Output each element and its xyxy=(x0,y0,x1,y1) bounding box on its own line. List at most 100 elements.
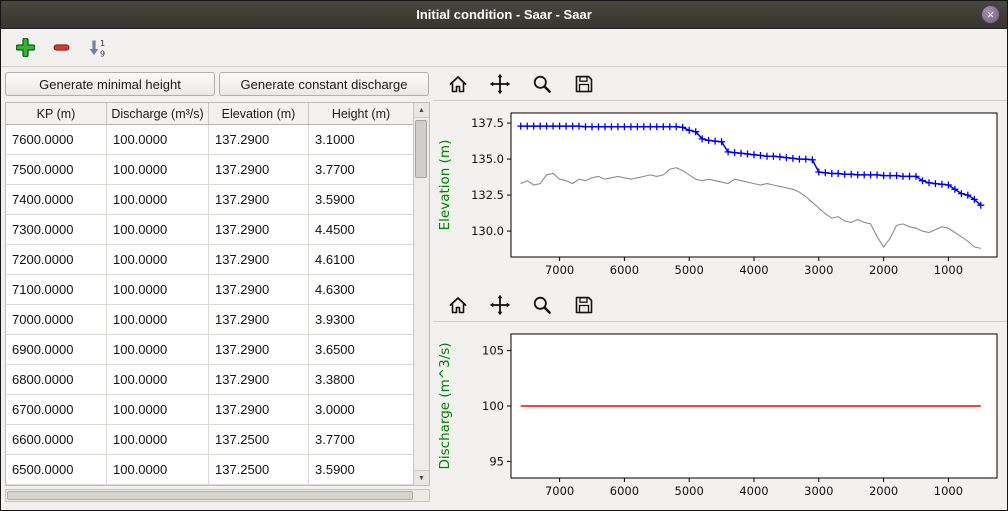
x-tick-label: 3000 xyxy=(804,263,833,277)
table-cell[interactable]: 100.0000 xyxy=(107,395,209,425)
table-cell[interactable]: 6600.0000 xyxy=(6,425,107,455)
sort-rows-button[interactable]: 1 9 xyxy=(83,35,111,61)
table-cell[interactable]: 7500.0000 xyxy=(6,155,107,185)
table-cell[interactable]: 6700.0000 xyxy=(6,395,107,425)
y-axis-label: Discharge (m^3/s) xyxy=(437,342,453,469)
table-cell[interactable]: 100.0000 xyxy=(107,455,209,485)
table-cell[interactable]: 3.5900 xyxy=(309,185,413,215)
vertical-scrollbar-thumb[interactable] xyxy=(415,120,427,178)
table-cell[interactable]: 137.2900 xyxy=(209,215,309,245)
plot-home-button[interactable] xyxy=(443,70,473,98)
table-cell[interactable]: 137.2500 xyxy=(209,455,309,485)
plot-save-button[interactable] xyxy=(569,70,599,98)
plot-zoom-button[interactable] xyxy=(527,70,557,98)
table-body: 7600.0000100.0000137.29003.10007500.0000… xyxy=(6,125,413,485)
table-cell[interactable]: 3.5900 xyxy=(309,455,413,485)
table-cell[interactable]: 6500.0000 xyxy=(6,455,107,485)
plot-save-button[interactable] xyxy=(569,291,599,319)
table-cell[interactable]: 100.0000 xyxy=(107,425,209,455)
content: Generate minimal height Generate constan… xyxy=(1,68,1007,510)
table-cell[interactable]: 6900.0000 xyxy=(6,335,107,365)
discharge-plot-canvas[interactable]: 700060005000400030002000100095100105Disc… xyxy=(433,324,1005,510)
table-cell[interactable]: 100.0000 xyxy=(107,155,209,185)
table-cell[interactable]: 100.0000 xyxy=(107,365,209,395)
table-cell[interactable]: 100.0000 xyxy=(107,125,209,155)
window-title: Initial condition - Saar - Saar xyxy=(416,7,592,22)
table-cell[interactable]: 100.0000 xyxy=(107,275,209,305)
main-toolbar: 1 9 xyxy=(1,29,1007,67)
table-cell[interactable]: 137.2900 xyxy=(209,185,309,215)
elevation-plot-canvas[interactable]: 7000600050004000300020001000130.0132.513… xyxy=(433,103,1005,289)
table-grid: KP (m)Discharge (m³/s)Elevation (m)Heigh… xyxy=(6,103,413,485)
table-cell[interactable]: 7000.0000 xyxy=(6,305,107,335)
magnifier-icon xyxy=(531,73,553,95)
x-tick-label: 5000 xyxy=(675,263,704,277)
table-cell[interactable]: 3.7700 xyxy=(309,425,413,455)
horizontal-scrollbar-thumb[interactable] xyxy=(7,491,413,500)
generate-constant-discharge-button[interactable]: Generate constant discharge xyxy=(219,72,429,96)
table-cell[interactable]: 137.2500 xyxy=(209,425,309,455)
generate-minimal-height-button[interactable]: Generate minimal height xyxy=(5,72,215,96)
table-cell[interactable]: 3.6500 xyxy=(309,335,413,365)
scroll-up-arrow-icon[interactable]: ▲ xyxy=(414,103,429,118)
table-row: 6700.0000100.0000137.29003.0000 xyxy=(6,395,413,425)
table-cell[interactable]: 4.6100 xyxy=(309,245,413,275)
table-cell[interactable]: 3.7700 xyxy=(309,155,413,185)
table-cell[interactable]: 137.2900 xyxy=(209,155,309,185)
plot-pan-button[interactable] xyxy=(485,291,515,319)
table-cell[interactable]: 100.0000 xyxy=(107,305,209,335)
table-cell[interactable]: 7200.0000 xyxy=(6,245,107,275)
table-cell[interactable]: 3.0000 xyxy=(309,395,413,425)
plot-pan-button[interactable] xyxy=(485,70,515,98)
table-row: 7400.0000100.0000137.29003.5900 xyxy=(6,185,413,215)
table-cell[interactable]: 3.3800 xyxy=(309,365,413,395)
table-vertical-scrollbar[interactable]: ▲ ▼ xyxy=(413,103,429,485)
table-cell[interactable]: 137.2900 xyxy=(209,395,309,425)
table-cell[interactable]: 4.6300 xyxy=(309,275,413,305)
y-tick-label: 137.5 xyxy=(471,116,504,130)
table-cell[interactable]: 137.2900 xyxy=(209,365,309,395)
table-cell[interactable]: 137.2900 xyxy=(209,305,309,335)
plot-zoom-button[interactable] xyxy=(527,291,557,319)
x-tick-label: 3000 xyxy=(804,484,833,498)
y-tick-label: 95 xyxy=(489,454,504,468)
table-row: 7600.0000100.0000137.29003.1000 xyxy=(6,125,413,155)
pan-icon xyxy=(489,294,511,316)
plot-area[interactable] xyxy=(511,113,997,257)
table-cell[interactable]: 100.0000 xyxy=(107,335,209,365)
table-horizontal-scrollbar[interactable] xyxy=(5,489,430,502)
table-cell[interactable]: 7600.0000 xyxy=(6,125,107,155)
table-cell[interactable]: 7100.0000 xyxy=(6,275,107,305)
initial-condition-table: KP (m)Discharge (m³/s)Elevation (m)Heigh… xyxy=(5,102,430,486)
table-cell[interactable]: 7300.0000 xyxy=(6,215,107,245)
table-cell[interactable]: 100.0000 xyxy=(107,245,209,275)
table-cell[interactable]: 3.1000 xyxy=(309,125,413,155)
save-icon xyxy=(573,73,595,95)
add-row-button[interactable] xyxy=(11,35,39,61)
column-header[interactable]: KP (m) xyxy=(6,103,107,125)
x-tick-label: 1000 xyxy=(934,263,963,277)
table-cell[interactable]: 100.0000 xyxy=(107,215,209,245)
close-button[interactable]: × xyxy=(981,5,1000,24)
table-cell[interactable]: 3.9300 xyxy=(309,305,413,335)
column-header[interactable]: Discharge (m³/s) xyxy=(107,103,209,125)
table-cell[interactable]: 6800.0000 xyxy=(6,365,107,395)
table-cell[interactable]: 137.2900 xyxy=(209,335,309,365)
column-header[interactable]: Elevation (m) xyxy=(209,103,309,125)
y-tick-label: 130.0 xyxy=(471,224,504,238)
svg-text:1: 1 xyxy=(100,39,105,48)
table-row: 7300.0000100.0000137.29004.4500 xyxy=(6,215,413,245)
y-axis-label: Elevation (m) xyxy=(437,140,453,231)
table-cell[interactable]: 137.2900 xyxy=(209,245,309,275)
scroll-down-arrow-icon[interactable]: ▼ xyxy=(414,470,429,485)
x-tick-label: 4000 xyxy=(739,263,768,277)
table-cell[interactable]: 100.0000 xyxy=(107,185,209,215)
remove-row-button[interactable] xyxy=(47,35,75,61)
column-header[interactable]: Height (m) xyxy=(309,103,413,125)
table-cell[interactable]: 4.4500 xyxy=(309,215,413,245)
table-cell[interactable]: 137.2900 xyxy=(209,125,309,155)
plot-home-button[interactable] xyxy=(443,291,473,319)
table-cell[interactable]: 137.2900 xyxy=(209,275,309,305)
table-cell[interactable]: 7400.0000 xyxy=(6,185,107,215)
titlebar[interactable]: Initial condition - Saar - Saar × xyxy=(1,1,1007,29)
